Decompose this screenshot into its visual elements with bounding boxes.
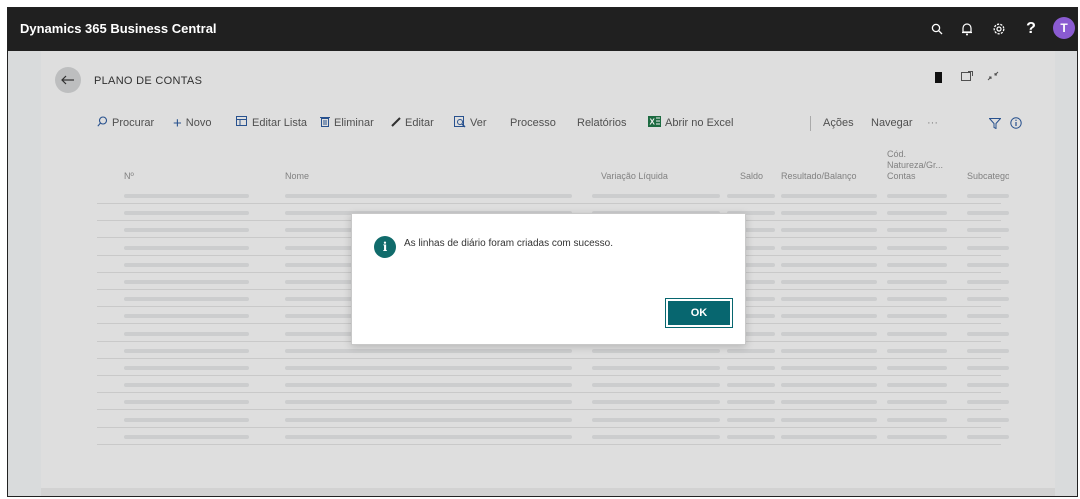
gear-icon[interactable] xyxy=(988,18,1010,40)
search-icon[interactable] xyxy=(926,18,948,40)
app-title[interactable]: Dynamics 365 Business Central xyxy=(20,21,217,36)
message-dialog: i As linhas de diário foram criadas com … xyxy=(351,213,746,345)
top-navigation-bar: Dynamics 365 Business Central ? T xyxy=(8,8,1077,51)
info-icon: i xyxy=(374,236,396,258)
help-icon[interactable]: ? xyxy=(1020,18,1042,40)
user-avatar[interactable]: T xyxy=(1053,17,1075,39)
app-window: Dynamics 365 Business Central ? T PLANO … xyxy=(7,7,1078,497)
ok-button[interactable]: OK xyxy=(665,298,733,328)
bell-icon[interactable] xyxy=(956,18,978,40)
dialog-message: As linhas de diário foram criadas com su… xyxy=(404,238,613,249)
